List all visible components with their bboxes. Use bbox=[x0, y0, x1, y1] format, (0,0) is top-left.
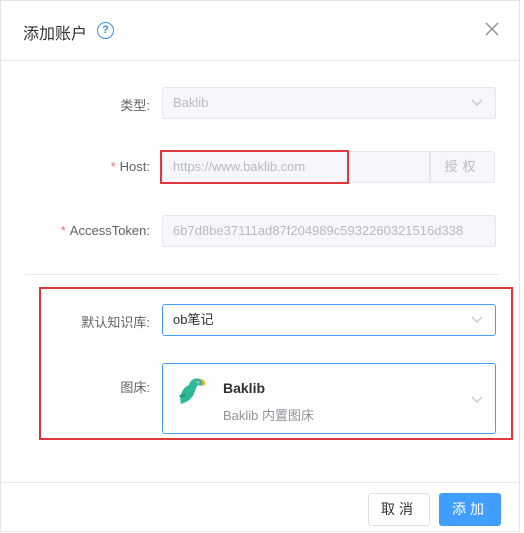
type-label: 类型: bbox=[120, 98, 150, 113]
chevron-down-icon bbox=[471, 316, 483, 323]
access-token-value: 6b7d8be37111ad87f204989c5932260321516d33… bbox=[173, 223, 464, 238]
type-select[interactable]: Baklib bbox=[162, 87, 496, 119]
default-kb-value: ob笔记 bbox=[173, 312, 214, 327]
image-bed-name: Baklib bbox=[223, 380, 266, 396]
chevron-down-icon bbox=[471, 99, 483, 106]
required-mark: * bbox=[110, 159, 116, 174]
authorize-button[interactable]: 授权 bbox=[430, 151, 495, 183]
cancel-button[interactable]: 取消 bbox=[368, 493, 430, 526]
default-kb-select[interactable]: ob笔记 bbox=[162, 304, 496, 336]
type-select-value: Baklib bbox=[173, 95, 209, 110]
default-kb-label: 默认知识库: bbox=[81, 315, 150, 330]
dialog-title: 添加账户 bbox=[23, 26, 88, 43]
image-bed-description: Baklib 内置图床 bbox=[223, 408, 315, 423]
parrot-logo-icon bbox=[179, 378, 206, 404]
close-icon[interactable] bbox=[483, 20, 501, 38]
access-token-input[interactable]: 6b7d8be37111ad87f204989c5932260321516d33… bbox=[162, 215, 496, 247]
help-icon[interactable]: ? bbox=[97, 22, 114, 39]
highlight-box-host bbox=[160, 150, 349, 184]
token-label-text: AccessToken: bbox=[69, 223, 150, 238]
chevron-down-icon bbox=[471, 396, 483, 403]
required-mark: * bbox=[60, 223, 66, 238]
section-divider bbox=[25, 274, 499, 275]
add-account-dialog: 添加账户 ? 类型: Baklib * Host: https://www.bak… bbox=[0, 0, 520, 532]
host-label: * Host: bbox=[111, 159, 150, 174]
dialog-header: 添加账户 ? bbox=[1, 1, 519, 61]
token-label: * AccessToken: bbox=[61, 223, 150, 238]
add-button[interactable]: 添加 bbox=[439, 493, 501, 526]
image-bed-label: 图床: bbox=[120, 380, 150, 395]
image-bed-select[interactable]: Baklib Baklib 内置图床 bbox=[162, 363, 496, 434]
host-label-text: Host: bbox=[119, 159, 150, 174]
